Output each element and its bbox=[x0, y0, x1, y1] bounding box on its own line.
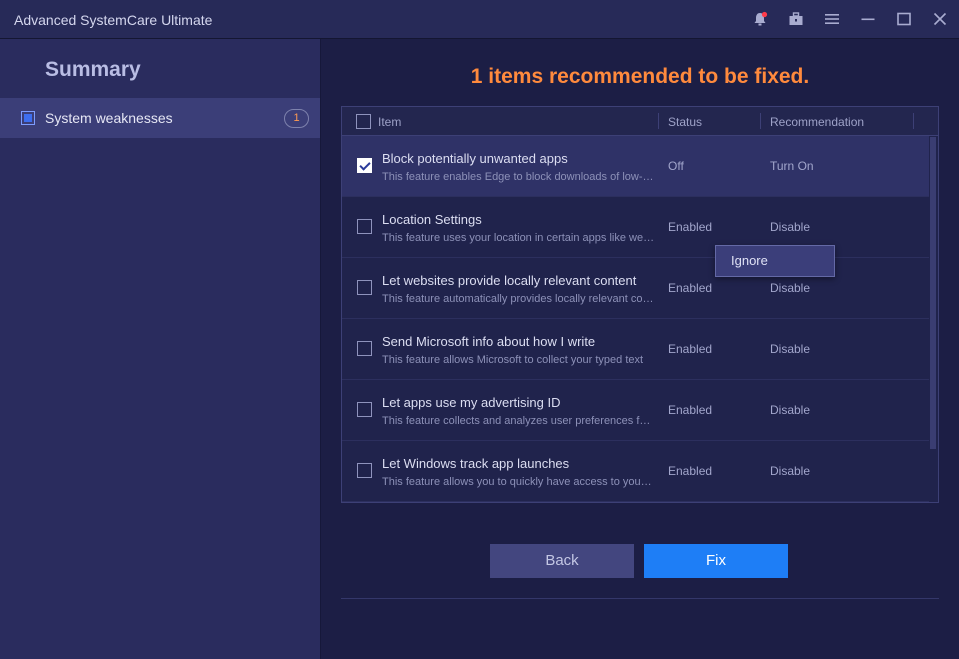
row-checkbox[interactable] bbox=[357, 280, 372, 295]
table-row[interactable]: Send Microsoft info about how I write Th… bbox=[342, 319, 929, 380]
table-header: Item Status Recommendation bbox=[342, 107, 938, 136]
title-bar: Advanced SystemCare Ultimate bbox=[0, 0, 959, 39]
row-recommendation: Disable bbox=[770, 342, 811, 356]
row-recommendation: Disable bbox=[770, 281, 811, 295]
row-title: Block potentially unwanted apps bbox=[382, 151, 568, 166]
divider bbox=[341, 598, 939, 599]
row-recommendation: Turn On bbox=[770, 159, 814, 173]
row-checkbox[interactable] bbox=[357, 402, 372, 417]
page-title: 1 items recommended to be fixed. bbox=[470, 65, 810, 88]
row-status: Off bbox=[668, 159, 684, 173]
row-description: This feature allows you to quickly have … bbox=[382, 476, 655, 488]
row-description: This feature automatically provides loca… bbox=[382, 293, 655, 305]
column-header-recommendation: Recommendation bbox=[770, 115, 865, 129]
row-title: Send Microsoft info about how I write bbox=[382, 334, 596, 349]
sidebar-item-system-weaknesses[interactable]: System weaknesses 1 bbox=[0, 98, 320, 138]
row-checkbox[interactable] bbox=[357, 219, 372, 234]
row-description: This feature enables Edge to block downl… bbox=[382, 171, 655, 183]
table-row[interactable]: Block potentially unwanted apps This fea… bbox=[342, 136, 929, 197]
bell-icon[interactable] bbox=[749, 8, 771, 30]
table-row[interactable]: Let apps use my advertising ID This feat… bbox=[342, 380, 929, 441]
row-status: Enabled bbox=[668, 342, 713, 356]
menu-icon[interactable] bbox=[821, 8, 843, 30]
sidebar-item-count-badge: 1 bbox=[284, 109, 309, 128]
scrollbar-thumb[interactable] bbox=[930, 137, 936, 449]
main-panel: 1 items recommended to be fixed. Item St… bbox=[321, 39, 959, 659]
row-recommendation: Disable bbox=[770, 464, 811, 478]
results-table: Item Status Recommendation Block potenti… bbox=[341, 106, 939, 503]
row-recommendation: Disable bbox=[770, 220, 811, 234]
select-all-checkbox[interactable] bbox=[356, 114, 371, 129]
row-title: Let Windows track app launches bbox=[382, 456, 570, 471]
row-checkbox[interactable] bbox=[357, 341, 372, 356]
row-description: This feature uses your location in certa… bbox=[382, 232, 655, 244]
row-checkbox[interactable] bbox=[357, 463, 372, 478]
sidebar-item-checkbox[interactable] bbox=[21, 111, 35, 125]
row-status: Enabled bbox=[668, 403, 713, 417]
minimize-icon[interactable] bbox=[857, 8, 879, 30]
row-checkbox[interactable] bbox=[357, 158, 372, 173]
sidebar-title: Summary bbox=[45, 58, 141, 81]
table-row[interactable]: Location Settings This feature uses your… bbox=[342, 197, 929, 258]
close-icon[interactable] bbox=[929, 8, 951, 30]
back-button[interactable]: Back bbox=[490, 544, 634, 578]
row-recommendation: Disable bbox=[770, 403, 811, 417]
table-scrollbar[interactable] bbox=[929, 136, 938, 502]
ignore-menu-item[interactable]: Ignore bbox=[715, 245, 835, 277]
row-title: Let apps use my advertising ID bbox=[382, 395, 561, 410]
column-divider bbox=[760, 113, 761, 129]
toolbox-icon[interactable] bbox=[785, 8, 807, 30]
sidebar: Summary System weaknesses 1 bbox=[0, 39, 321, 659]
fix-button[interactable]: Fix bbox=[644, 544, 788, 578]
row-status: Enabled bbox=[668, 464, 713, 478]
row-status: Enabled bbox=[668, 220, 713, 234]
table-row[interactable]: Let Windows track app launches This feat… bbox=[342, 441, 929, 502]
row-status: Enabled bbox=[668, 281, 713, 295]
column-divider bbox=[658, 113, 659, 129]
row-title: Let websites provide locally relevant co… bbox=[382, 273, 637, 288]
row-description: This feature collects and analyzes user … bbox=[382, 415, 655, 427]
sidebar-item-label: System weaknesses bbox=[45, 110, 173, 126]
table-row[interactable]: Let websites provide locally relevant co… bbox=[342, 258, 929, 319]
maximize-icon[interactable] bbox=[893, 8, 915, 30]
row-title: Location Settings bbox=[382, 212, 482, 227]
column-header-status: Status bbox=[668, 115, 703, 129]
column-header-item: Item bbox=[378, 115, 402, 129]
app-title: Advanced SystemCare Ultimate bbox=[14, 12, 213, 28]
row-description: This feature allows Microsoft to collect… bbox=[382, 354, 644, 366]
column-divider bbox=[913, 113, 914, 129]
